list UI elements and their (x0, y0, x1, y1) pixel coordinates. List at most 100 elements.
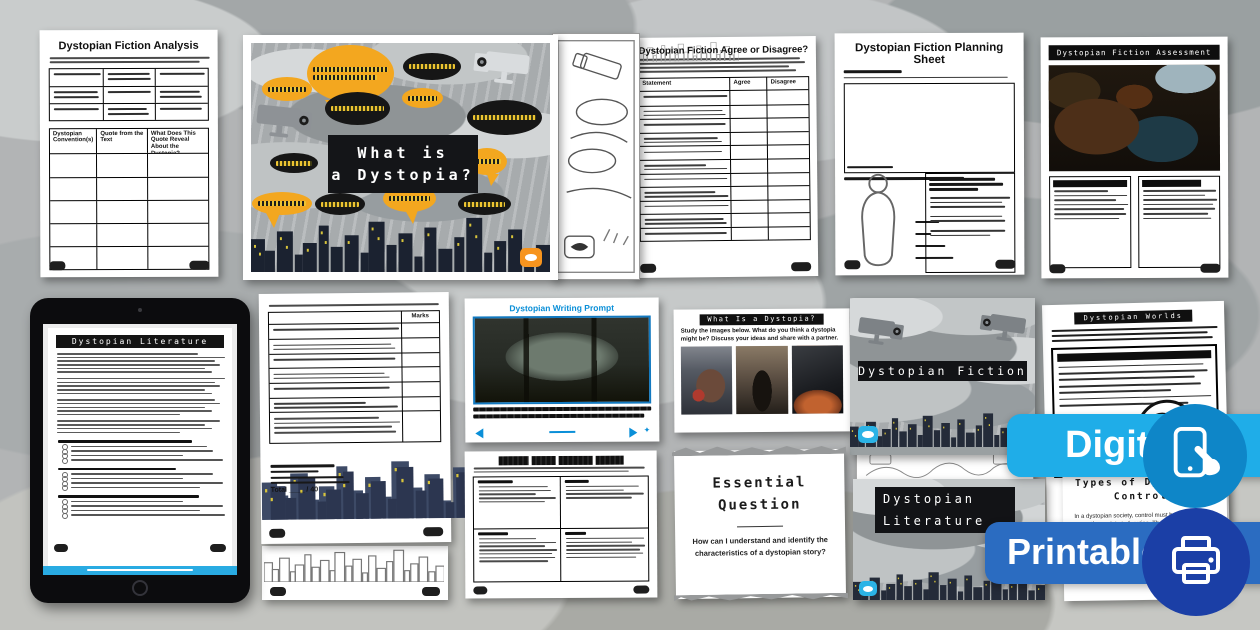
tablet-screen: Dystopian Literature (43, 324, 237, 575)
intro-text (268, 303, 440, 306)
answer-options[interactable] (70, 446, 224, 461)
character-outline (847, 173, 909, 269)
colouring-page (552, 33, 640, 280)
speech-bubble (458, 193, 511, 215)
analysis-table: Dystopian Convention(s) Quote from the T… (49, 127, 209, 270)
digital-badge-circle[interactable] (1143, 404, 1247, 508)
col-header: What Does This Quote Reveal About the Dy… (148, 128, 208, 152)
essential-question-text: How can I understand and identify the ch… (687, 534, 833, 559)
quadrant (561, 477, 648, 529)
paragraph (56, 420, 224, 433)
cctv-camera-icon (977, 308, 1031, 348)
poster-title: What is a Dystopia? (328, 135, 478, 193)
poster-what-is-a-dystopia: What is a Dystopia? (243, 35, 558, 280)
digital-document: Dystopian Literature (48, 328, 232, 566)
page-title: Dystopian Worlds (1074, 310, 1192, 325)
answer-options[interactable] (70, 473, 224, 488)
worksheet-ideas-grid (465, 450, 658, 598)
question-bar (58, 440, 192, 443)
tablet-device: Dystopian Literature (30, 298, 250, 603)
score-summary: Total ____ / 40 (270, 461, 380, 494)
ruins-photo (681, 346, 733, 414)
tablet-touch-icon (1166, 425, 1224, 487)
card-title: Essential Question (674, 471, 845, 518)
speech-bubble (403, 53, 461, 80)
agree-table: Statement Agree Disagree (638, 76, 811, 242)
worksheet-analysis: Dystopian Fiction Analysis Dystopian Con… (40, 30, 219, 278)
ruins-photo (791, 345, 843, 413)
col-header: Dystopian Convention(s) (50, 129, 97, 153)
twinkl-logo (473, 586, 487, 594)
twinkl-logo (640, 264, 656, 273)
speech-bubble (270, 153, 318, 173)
cctv-camera-icon (470, 47, 536, 89)
twinkl-logo (844, 260, 860, 269)
twinkl-logo (858, 426, 878, 443)
twinkl-logo (423, 527, 443, 536)
col-header: Statement (639, 78, 730, 91)
worksheet-agree-disagree: Dystopian Fiction Agree or Disagree? Sta… (631, 36, 819, 278)
instruction-bar (844, 76, 1008, 78)
photo-strip (681, 345, 843, 414)
card-title: Dystopian Fiction (858, 361, 1027, 381)
col-header: Quote from the Text (97, 129, 148, 153)
slide-what-is-a-dystopia: What Is a Dystopia? Study the images bel… (674, 308, 851, 432)
twinkl-logo (520, 248, 542, 267)
caption-bar (473, 414, 644, 419)
twinkl-logo (791, 262, 811, 271)
speech-bubble (325, 92, 390, 125)
tablet-home-button[interactable] (132, 580, 148, 596)
page-title: Dystopian Fiction Analysis (49, 40, 209, 53)
paragraph (56, 378, 224, 394)
title-word-boxes (473, 456, 649, 466)
prompt-photo (473, 316, 651, 405)
twinkl-logo (995, 260, 1015, 269)
twinkl-logo (189, 261, 209, 270)
task-box (1049, 176, 1131, 268)
subheading-bar (844, 70, 902, 73)
prompt-box (925, 173, 1015, 273)
worksheet-second-page (262, 546, 448, 600)
speech-bubble (262, 77, 312, 101)
total-line: Total ____ / 40 (271, 486, 381, 494)
paragraph (56, 353, 224, 373)
twinkl-logo (54, 544, 68, 552)
cctv-camera-icon (852, 312, 906, 352)
marks-header: Marks (401, 311, 439, 322)
star-icon[interactable]: ✦ (644, 426, 651, 435)
question-bar (58, 495, 199, 498)
speech-bubble (402, 88, 443, 108)
slide-instruction: Study the images below. What do you thin… (681, 327, 843, 343)
twinkl-logo (269, 529, 285, 538)
forward-arrow-icon[interactable] (629, 428, 637, 438)
city-skyline (251, 214, 550, 272)
link-bar[interactable] (43, 566, 237, 575)
printable-badge-label: Printable (1007, 531, 1161, 572)
col-header: Agree (730, 77, 767, 89)
intro-text (49, 57, 209, 63)
slide-footer: ✦ (473, 426, 651, 439)
slide-title: Dystopian Writing Prompt (473, 303, 651, 314)
line-art (553, 34, 639, 279)
card-essential-question: Essential Question How can I understand … (674, 449, 846, 599)
quadrant (561, 529, 648, 581)
product-preview-collage: Dystopian Fiction Analysis Dystopian Con… (0, 0, 1260, 630)
speech-bubble (315, 193, 365, 215)
slide-title: What Is a Dystopia? (700, 314, 824, 326)
answer-options[interactable] (70, 501, 224, 516)
dystopian-city-photo (1049, 65, 1220, 172)
quadrant-table (473, 476, 650, 583)
worksheet-planning-sheet: Dystopian Fiction Planning Sheet (835, 33, 1025, 276)
page-number-bar (549, 431, 575, 433)
printer-icon (1166, 532, 1226, 592)
questions-table: Marks (268, 310, 441, 444)
twinkl-logo (49, 261, 65, 270)
back-arrow-icon[interactable] (475, 428, 483, 438)
page-title: Dystopian Fiction Planning Sheet (844, 42, 1015, 67)
twinkl-logo (270, 587, 286, 596)
printable-badge-circle[interactable] (1142, 508, 1250, 616)
intro-text (1051, 326, 1217, 342)
ruins-photo (736, 346, 788, 414)
twinkl-logo (1200, 264, 1220, 273)
tablet-camera-dot (138, 308, 142, 312)
